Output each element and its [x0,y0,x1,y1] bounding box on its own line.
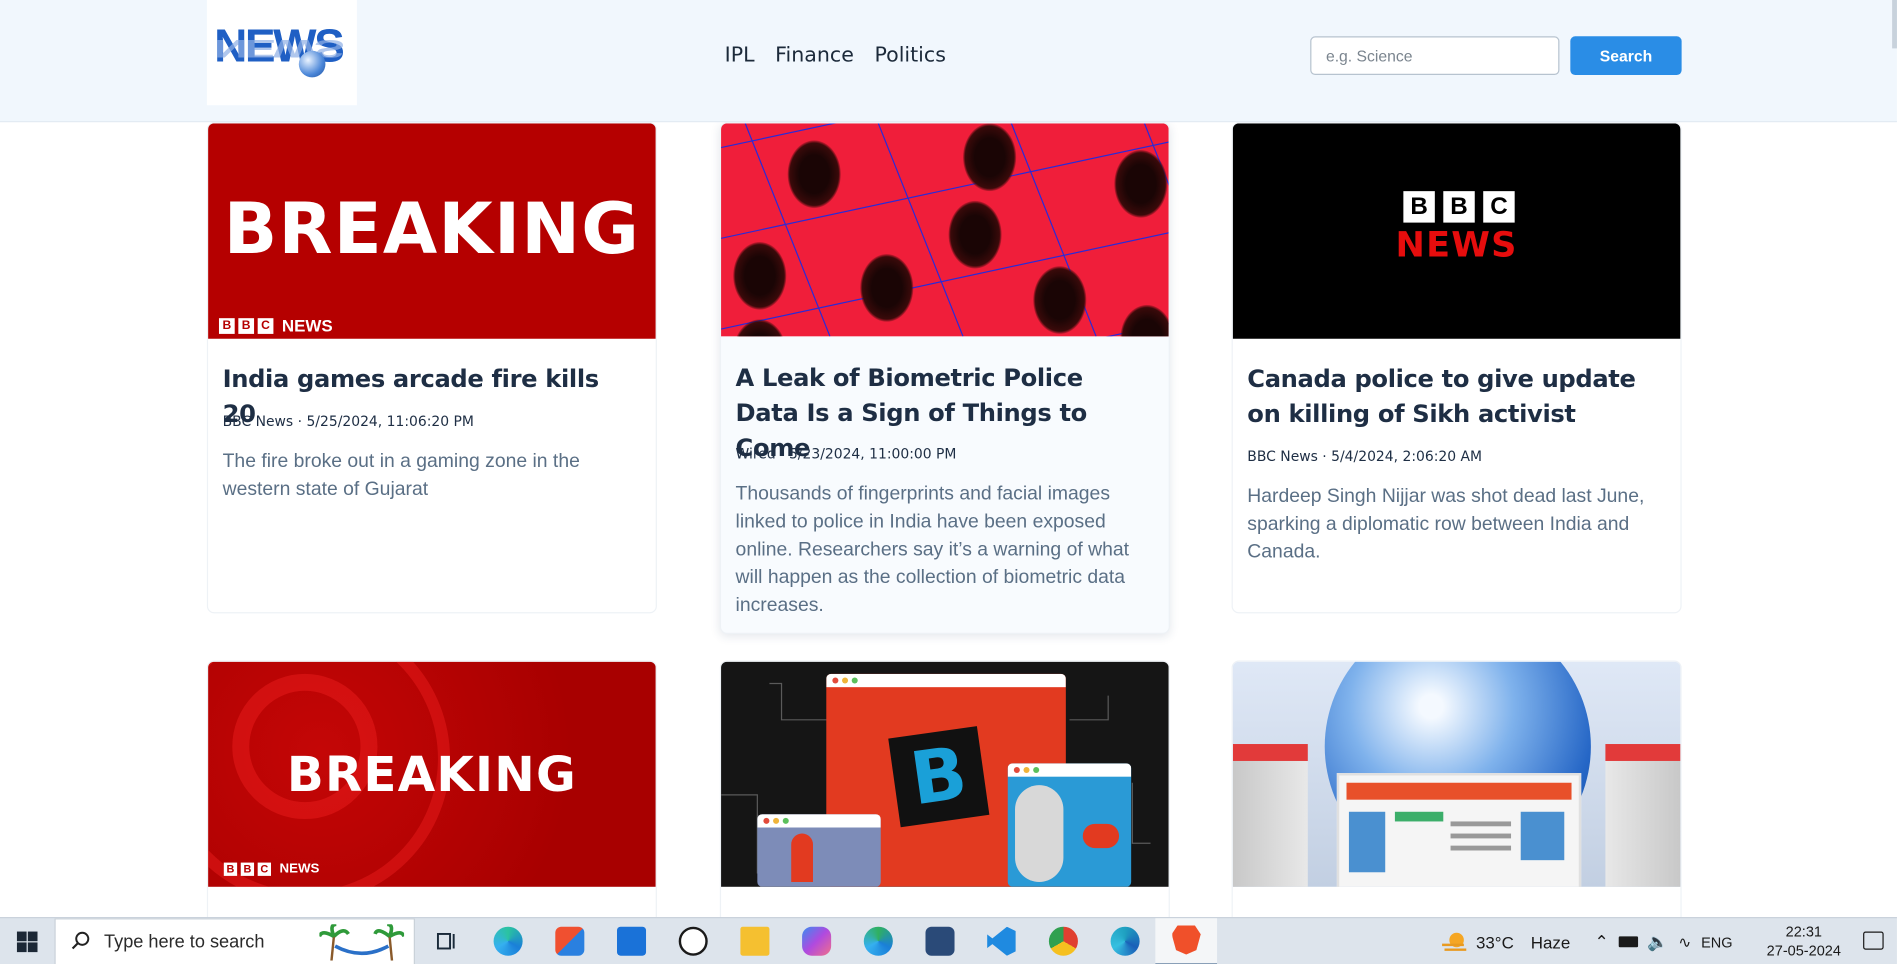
task-view-icon[interactable] [415,918,477,964]
bbc-letter: B [223,862,238,876]
nav-link-finance[interactable]: Finance [775,44,854,68]
taskbar-search-text: Type here to search [104,930,265,952]
dell-icon[interactable] [662,918,724,964]
chrome-icon[interactable] [1032,918,1094,964]
weather-condition: Haze [1530,932,1571,952]
b-letter: B [905,730,973,823]
language-indicator[interactable]: ENG [1701,933,1732,950]
fingerprint-shape [963,123,1017,192]
weather-temp: 33°C [1475,932,1514,952]
bbc-news-badge: B B C NEWS [223,861,320,876]
card-description: Thousands of fingerprints and facial ima… [735,483,1129,616]
start-button[interactable] [0,918,54,964]
fingerprint-shape [860,254,914,322]
newspaper-graphic [1336,773,1582,887]
search-icon [71,931,90,950]
bbc-letter: C [257,317,274,334]
illustration-window [757,814,881,887]
bbc-badge-text: NEWS [281,315,333,336]
vscode-icon[interactable] [970,918,1032,964]
breaking-image-text: BREAKING [286,747,577,804]
fingerprint-grid [721,123,1169,337]
globe-icon [298,50,326,78]
fingerprint-shape [1114,150,1168,218]
card-description: Hardeep Singh Nijjar was shot dead last … [1247,486,1645,563]
bbc-letter: C [1483,191,1515,223]
taskbar-search[interactable]: Type here to search [54,917,415,964]
copilot-icon[interactable] [785,918,847,964]
clock-date: 27-05-2024 [1766,942,1841,960]
scrollbar[interactable] [1892,0,1897,49]
volume-icon[interactable]: 🔈 [1647,932,1668,953]
card-image[interactable]: BREAKING B B C NEWS [208,123,656,339]
breaking-image-text: BREAKING [223,187,641,270]
bbc-letter: B [240,862,255,876]
bbc-letter: B [218,317,235,334]
search-input[interactable] [1310,36,1560,76]
main-nav: IPL Finance Politics [725,44,946,68]
card-image[interactable]: B B C NEWS [1232,123,1681,339]
fingerprint-shape [733,241,787,310]
bbc-letter: C [257,862,271,876]
edge-dev-icon[interactable] [847,918,909,964]
bbc-letter: B [1403,191,1435,223]
news-card[interactable]: BREAKING B B C NEWS India games arcade f… [206,122,657,614]
bbc-news-badge: B B C NEWS [218,315,333,336]
card-image[interactable] [721,123,1169,337]
edge-beta-icon[interactable] [1094,918,1156,964]
mail-icon[interactable] [600,918,662,964]
edge-icon[interactable] [477,918,539,964]
news-card[interactable]: A Leak of Biometric Police Data Is a Sig… [719,122,1170,634]
site-logo[interactable]: NEWS NEWS [206,0,357,106]
bbc-letter: B [238,317,255,334]
notification-icon[interactable] [1863,931,1884,950]
windows-taskbar: Type here to search 33°C Haze ⌃ 🔈 ∿ ENG … [0,917,1897,964]
beach-hammock-icon [319,923,405,960]
bbc-letter: B [1443,191,1475,223]
ssms-icon[interactable] [909,918,971,964]
hand-cursor-icon [791,833,813,882]
card-title[interactable]: Canada police to give update on killing … [1247,362,1663,432]
chevron-up-icon[interactable]: ⌃ [1595,932,1609,953]
fingerprint-shape [948,200,1002,269]
windows-icon [16,930,38,952]
bbc-badge-text: NEWS [279,861,320,876]
site-header: NEWS NEWS IPL Finance Politics Search [0,0,1897,123]
card-description: The fire broke out in a gaming zone in t… [222,451,580,500]
nav-link-politics[interactable]: Politics [874,44,945,68]
news-card[interactable]: B B C NEWS Canada police to give update … [1231,122,1682,614]
card-image[interactable]: B [721,661,1169,887]
clock[interactable]: 22:31 27-05-2024 [1760,922,1847,961]
nav-link-ipl[interactable]: IPL [725,44,755,68]
bbc-news-text: NEWS [1395,223,1518,265]
card-meta: BBC News · 5/4/2024, 2:06:20 AM [1247,447,1483,465]
card-meta: BBC News · 5/25/2024, 11:06:20 PM [222,412,474,430]
wifi-icon[interactable]: ∿ [1678,932,1691,951]
fingerprint-shape [1033,266,1087,334]
illustration-window [1007,763,1132,887]
file-explorer-icon[interactable] [723,918,785,964]
battery-icon[interactable] [1618,936,1638,948]
brave-icon[interactable] [1155,917,1218,964]
b-letter-tile: B [888,726,990,828]
fingerprint-shape [787,140,841,209]
haze-sun-icon [1442,932,1467,951]
card-meta: Wired · 5/23/2024, 11:00:00 PM [735,445,957,463]
weather-widget[interactable]: 33°C Haze [1440,918,1571,964]
search-button[interactable]: Search [1570,36,1682,76]
clock-time: 22:31 [1785,923,1822,941]
bbc-logo: B B C [1403,191,1515,223]
store-icon[interactable] [538,918,600,964]
card-image[interactable] [1232,661,1681,887]
card-image[interactable]: BREAKING B B C NEWS [208,661,656,887]
system-tray: ⌃ 🔈 ∿ ENG [1595,918,1733,964]
